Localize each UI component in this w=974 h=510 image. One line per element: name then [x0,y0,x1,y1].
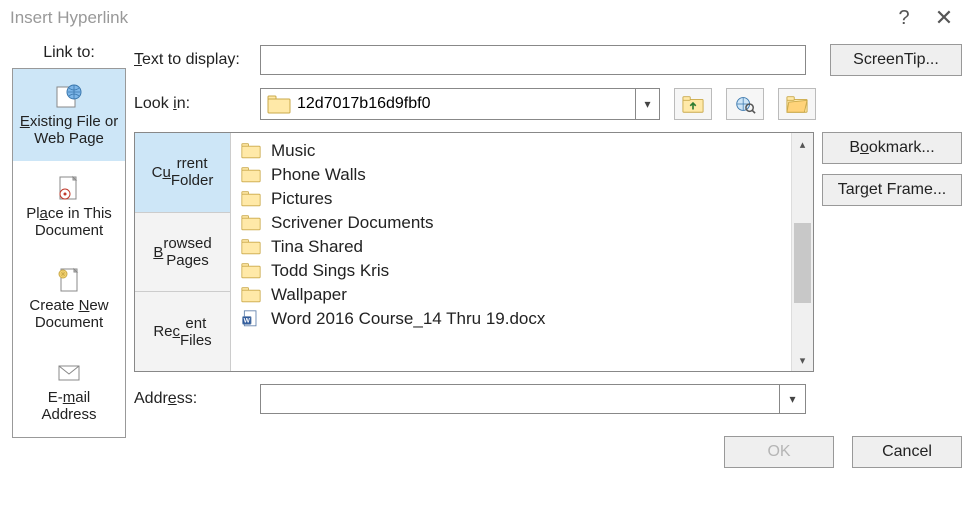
chevron-down-icon[interactable]: ▾ [635,89,659,119]
address-combo[interactable]: ▾ [260,384,806,414]
help-icon[interactable]: ? [884,7,924,30]
file-name: Wallpaper [271,285,347,305]
folder-icon [241,166,261,184]
globe-page-icon [55,83,83,109]
file-name: Music [271,141,315,161]
scrollbar[interactable]: ▴ ▾ [791,133,813,371]
file-name: Tina Shared [271,237,363,257]
text-to-display-input[interactable] [260,45,806,75]
address-label: Address: [134,390,252,408]
look-in-value: 12d7017b16d9fbf0 [297,95,635,113]
file-item[interactable]: Scrivener Documents [235,211,787,235]
scroll-down-icon[interactable]: ▾ [792,349,813,371]
tab-current-folder[interactable]: CurrentFolder [135,133,230,213]
title-bar: Insert Hyperlink ? ✕ [0,0,974,36]
file-name: Phone Walls [271,165,366,185]
up-folder-button[interactable] [674,88,712,120]
folder-icon [241,190,261,208]
svg-text:W: W [244,317,251,324]
folder-icon [241,262,261,280]
folder-icon [241,286,261,304]
file-item[interactable]: Todd Sings Kris [235,259,787,283]
folder-icon [241,214,261,232]
text-to-display-label: Text to display: [134,51,252,69]
folder-icon [241,238,261,256]
address-input[interactable] [261,385,779,413]
folder-icon [241,142,261,160]
file-item[interactable]: Phone Walls [235,163,787,187]
file-item[interactable]: Music [235,139,787,163]
link-to-existing-file[interactable]: Existing File or Web Page [13,69,125,161]
ok-button[interactable]: OK [724,436,834,468]
look-in-combo[interactable]: 12d7017b16d9fbf0 ▾ [260,88,660,120]
close-icon[interactable]: ✕ [924,5,964,31]
link-to-place-in-doc[interactable]: Place in This Document [13,161,125,253]
window-title: Insert Hyperlink [10,8,884,28]
file-item[interactable]: W Word 2016 Course_14 Thru 19.docx [235,307,787,331]
link-to-email[interactable]: E-mail Address [13,345,125,437]
scroll-up-icon[interactable]: ▴ [792,133,813,155]
file-name: Scrivener Documents [271,213,434,233]
new-document-icon [55,267,83,293]
scroll-thumb[interactable] [794,223,811,303]
file-name: Word 2016 Course_14 Thru 19.docx [271,309,545,329]
link-to-list: Existing File or Web Page Place in This … [12,68,126,438]
file-item[interactable]: Tina Shared [235,235,787,259]
link-to-create-new[interactable]: Create New Document [13,253,125,345]
folder-icon [267,94,291,114]
browse-web-button[interactable] [726,88,764,120]
screentip-button[interactable]: ScreenTip... [830,44,962,76]
file-name: Pictures [271,189,332,209]
link-to-label: Link to: [43,44,95,68]
file-item[interactable]: Wallpaper [235,283,787,307]
tab-browsed-pages[interactable]: BrowsedPages [135,213,230,293]
look-in-label: Look in: [134,95,252,113]
word-doc-icon: W [241,310,261,328]
file-browser: CurrentFolder BrowsedPages RecentFiles M… [134,132,814,372]
target-frame-button[interactable]: Target Frame... [822,174,962,206]
bookmark-button[interactable]: Bookmark... [822,132,962,164]
file-item[interactable]: Pictures [235,187,787,211]
tab-recent-files[interactable]: RecentFiles [135,292,230,371]
document-target-icon [55,175,83,201]
file-name: Todd Sings Kris [271,261,389,281]
email-icon [55,359,83,385]
browse-file-button[interactable] [778,88,816,120]
cancel-button[interactable]: Cancel [852,436,962,468]
chevron-down-icon[interactable]: ▾ [779,385,805,413]
